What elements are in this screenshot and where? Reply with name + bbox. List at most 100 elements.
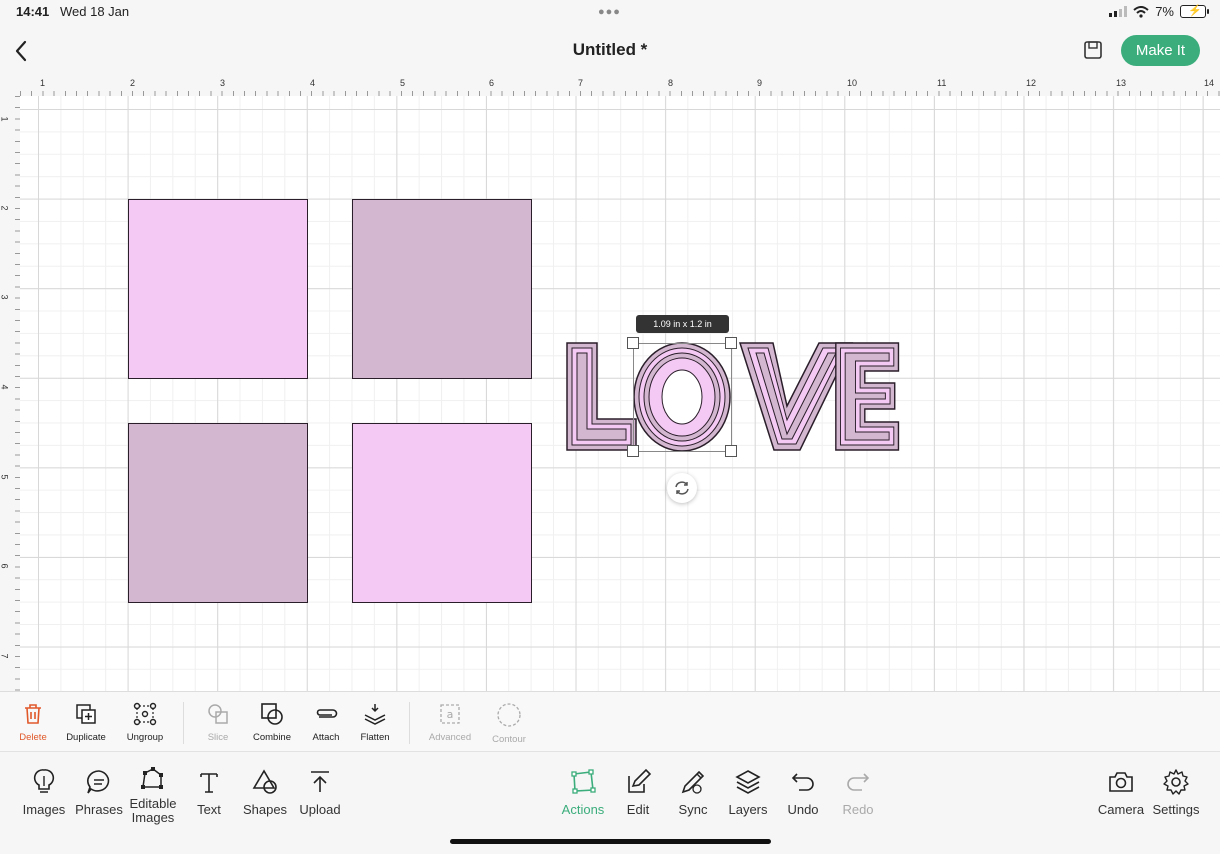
ruler-top-label: 14: [1204, 78, 1215, 88]
sync-pen-icon: [681, 770, 705, 794]
upload-label: Upload: [299, 802, 341, 817]
combine-button[interactable]: Combine: [244, 698, 300, 743]
editable-images-button[interactable]: Editable Images: [122, 765, 184, 825]
status-indicators: 7% ⚡: [1109, 4, 1209, 19]
ruler-left-label: 7: [0, 653, 10, 659]
ruler-top-label: 10: [847, 78, 858, 88]
delete-button[interactable]: Delete: [5, 698, 61, 743]
ruler-left-label: 6: [0, 563, 10, 569]
trash-icon: [25, 704, 41, 724]
rotate-handle-icon[interactable]: [667, 473, 697, 503]
redo-label: Redo: [842, 802, 874, 817]
ruler-left-label: 5: [0, 474, 10, 480]
letter-l[interactable]: [566, 342, 637, 451]
gear-icon: [1163, 769, 1189, 795]
upload-button[interactable]: Upload: [289, 768, 351, 817]
ruler-top: 1 2 3 4 5 6 7 8 9 10 11 12 13 14: [20, 76, 1220, 97]
phrases-label: Phrases: [75, 802, 123, 817]
editable-images-icon: [141, 767, 163, 789]
multitasking-dots-icon[interactable]: ●●●: [598, 6, 621, 18]
speech-bubble-icon: [87, 770, 110, 794]
advanced-button[interactable]: a Advanced: [422, 698, 478, 743]
images-button[interactable]: Images: [13, 768, 75, 817]
layers-label: Layers: [728, 802, 768, 817]
attach-label: Attach: [312, 732, 340, 743]
square-shape-pink[interactable]: [128, 199, 308, 379]
resize-handle[interactable]: [725, 445, 737, 457]
ruler-top-label: 12: [1026, 78, 1037, 88]
save-icon[interactable]: [1082, 38, 1104, 62]
square-shape-pink[interactable]: [352, 423, 532, 603]
shapes-label: Shapes: [242, 802, 288, 817]
ruler-top-label: 9: [757, 78, 763, 88]
action-toolbar: Delete Duplicate Ungroup Slice Combine A…: [0, 691, 1220, 752]
editable-images-label: Editable Images: [129, 796, 177, 825]
settings-label: Settings: [1152, 802, 1200, 817]
lightbulb-icon: [33, 769, 55, 793]
actions-button[interactable]: Actions: [552, 768, 614, 817]
selection-box[interactable]: [633, 343, 732, 452]
ruler-left-label: 4: [0, 384, 10, 390]
layers-button[interactable]: Layers: [717, 768, 779, 817]
resize-handle[interactable]: [627, 337, 639, 349]
resize-handle[interactable]: [725, 337, 737, 349]
text-button[interactable]: Text: [178, 768, 240, 817]
redo-icon: [847, 773, 870, 791]
contour-button[interactable]: Contour: [481, 698, 537, 745]
slice-button[interactable]: Slice: [190, 698, 246, 743]
square-shape-mauve[interactable]: [128, 423, 308, 603]
slice-icon: [208, 704, 228, 724]
settings-button[interactable]: Settings: [1145, 768, 1207, 817]
project-title: Untitled *: [572, 40, 648, 59]
camera-icon: [1109, 772, 1133, 792]
ruler-top-label: 5: [400, 78, 406, 88]
status-time: 14:41: [16, 4, 50, 19]
dimension-tooltip: 1.09 in x 1.2 in: [636, 315, 729, 333]
duplicate-button[interactable]: Duplicate: [58, 698, 114, 743]
phrases-button[interactable]: Phrases: [68, 768, 130, 817]
wifi-icon: [1133, 5, 1149, 18]
battery-icon: ⚡: [1180, 5, 1209, 18]
slice-label: Slice: [207, 732, 229, 743]
camera-button[interactable]: Camera: [1090, 768, 1152, 817]
combine-icon: [261, 703, 283, 725]
edit-button[interactable]: Edit: [607, 768, 669, 817]
status-date: Wed 18 Jan: [60, 4, 130, 19]
signal-icon: [1109, 6, 1128, 17]
love-text-layer[interactable]: [560, 336, 910, 461]
ungroup-button[interactable]: Ungroup: [117, 698, 173, 743]
home-indicator[interactable]: [450, 839, 771, 844]
flatten-label: Flatten: [360, 732, 390, 743]
svg-text:a: a: [447, 708, 454, 721]
actions-icon: [571, 769, 596, 794]
undo-icon: [791, 773, 814, 791]
ruler-top-label: 13: [1116, 78, 1127, 88]
undo-button[interactable]: Undo: [772, 768, 834, 817]
edit-label: Edit: [626, 802, 650, 817]
ruler-left-label: 1: [0, 116, 10, 122]
edit-icon: [628, 768, 652, 793]
ruler-top-label: 2: [130, 78, 136, 88]
attach-button[interactable]: Attach: [298, 698, 354, 743]
shapes-icon: [252, 769, 277, 794]
advanced-label: Advanced: [428, 732, 472, 743]
ungroup-icon: [133, 702, 157, 726]
advanced-icon: a: [440, 704, 460, 724]
ruler-top-label: 4: [310, 78, 316, 88]
redo-button[interactable]: Redo: [827, 768, 889, 817]
design-canvas[interactable]: [20, 96, 1220, 691]
ruler-top-label: 3: [220, 78, 226, 88]
ruler-left: 1 2 3 4 5 6 7: [0, 96, 21, 691]
letter-e[interactable]: [835, 342, 900, 451]
layers-icon: [735, 770, 761, 794]
paperclip-icon: [316, 709, 338, 718]
battery-percent: 7%: [1155, 4, 1174, 19]
resize-handle[interactable]: [627, 445, 639, 457]
toolbar-divider: [183, 702, 184, 744]
square-shape-mauve[interactable]: [352, 199, 532, 379]
make-it-button[interactable]: Make It: [1121, 35, 1200, 66]
sync-button[interactable]: Sync: [662, 768, 724, 817]
shapes-button[interactable]: Shapes: [234, 768, 296, 817]
combine-label: Combine: [252, 732, 292, 743]
flatten-button[interactable]: Flatten: [347, 698, 403, 743]
